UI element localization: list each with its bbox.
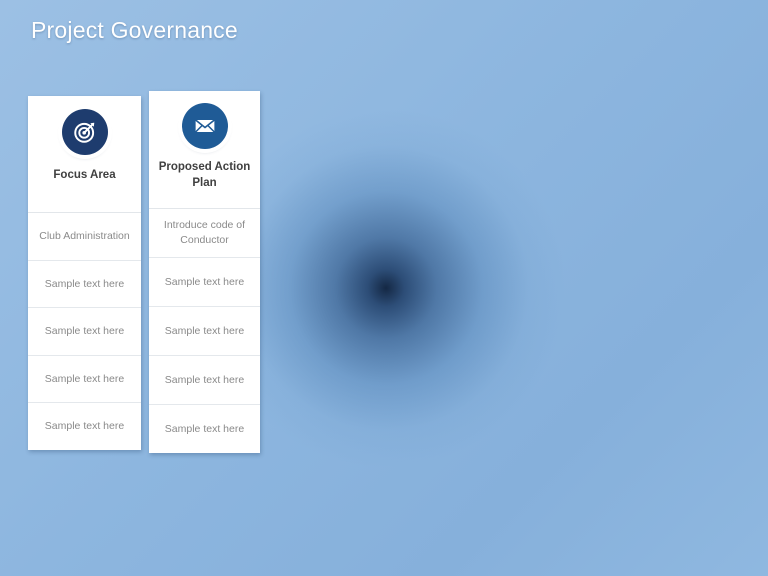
table-row[interactable]: Sample text here: [28, 403, 141, 450]
table-row[interactable]: Sample text here: [149, 258, 260, 307]
table-row[interactable]: Sample text here: [28, 308, 141, 356]
table-row[interactable]: Sample text here: [28, 261, 141, 309]
focus-area-column[interactable]: Focus Area Club Administration Sample te…: [28, 96, 141, 450]
proposed-action-plan-header: Proposed Action Plan: [149, 91, 260, 209]
proposed-action-plan-title: Proposed Action Plan: [158, 161, 251, 189]
target-icon: [61, 109, 108, 155]
table-row[interactable]: Introduce code of Conductor: [149, 209, 260, 258]
page-title: Project Governance: [31, 17, 238, 43]
table-row[interactable]: Sample text here: [149, 356, 260, 405]
proposed-action-plan-column[interactable]: Proposed Action Plan Introduce code of C…: [149, 91, 260, 453]
focus-area-title: Focus Area: [53, 169, 116, 181]
focus-area-header: Focus Area: [28, 96, 141, 213]
table-row[interactable]: Sample text here: [149, 405, 260, 453]
slide-canvas: Project Governance Focus Area Club Admin…: [0, 0, 768, 576]
table-row[interactable]: Club Administration: [28, 213, 141, 261]
envelope-icon: [181, 103, 228, 149]
table-row[interactable]: Sample text here: [28, 356, 141, 404]
table-row[interactable]: Sample text here: [149, 307, 260, 356]
